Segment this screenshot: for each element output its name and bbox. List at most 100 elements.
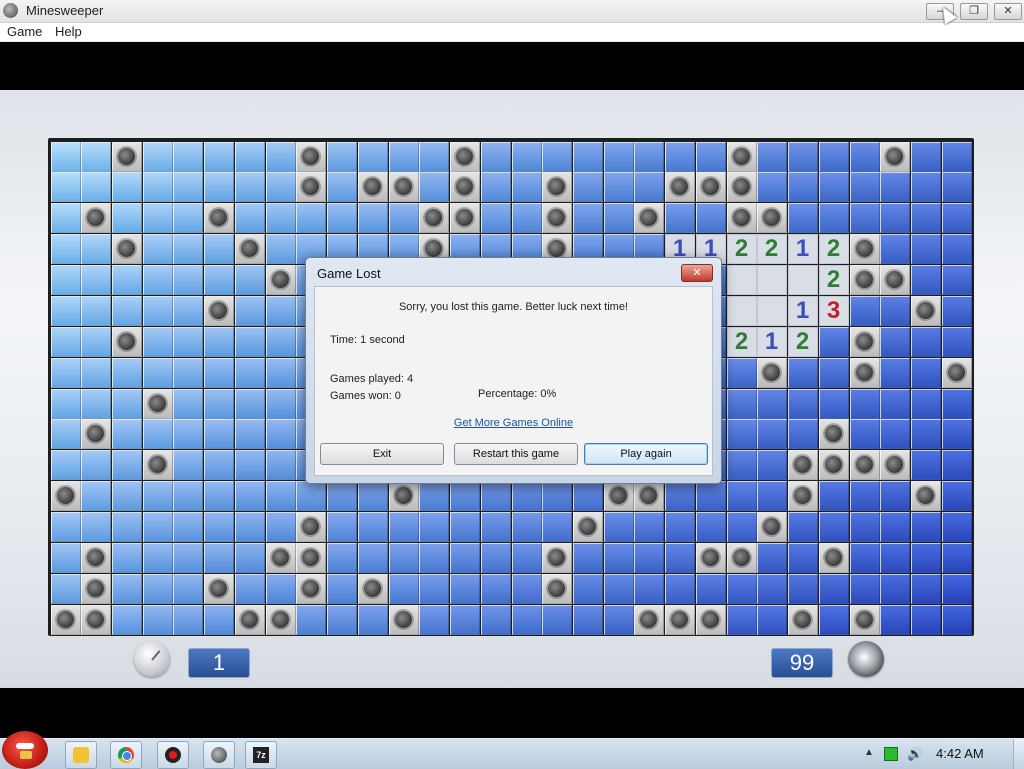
covered-cell[interactable]: [573, 481, 603, 511]
covered-cell[interactable]: [634, 172, 664, 202]
covered-cell[interactable]: [757, 481, 787, 511]
covered-cell[interactable]: [850, 203, 880, 233]
mine-cell[interactable]: [788, 450, 818, 480]
covered-cell[interactable]: [419, 574, 449, 604]
covered-cell[interactable]: [880, 296, 910, 326]
number-cell[interactable]: 2: [727, 327, 757, 357]
covered-cell[interactable]: [204, 389, 234, 419]
covered-cell[interactable]: [266, 481, 296, 511]
mine-cell[interactable]: [51, 605, 81, 635]
covered-cell[interactable]: [880, 172, 910, 202]
covered-cell[interactable]: [266, 358, 296, 388]
covered-cell[interactable]: [911, 203, 941, 233]
covered-cell[interactable]: [942, 203, 972, 233]
covered-cell[interactable]: [112, 203, 142, 233]
mine-cell[interactable]: [542, 203, 572, 233]
covered-cell[interactable]: [266, 512, 296, 542]
covered-cell[interactable]: [911, 327, 941, 357]
covered-cell[interactable]: [327, 543, 357, 573]
covered-cell[interactable]: [235, 358, 265, 388]
covered-cell[interactable]: [819, 605, 849, 635]
mine-cell[interactable]: [696, 172, 726, 202]
covered-cell[interactable]: [81, 172, 111, 202]
open-cell[interactable]: [788, 265, 818, 295]
covered-cell[interactable]: [173, 389, 203, 419]
more-games-link[interactable]: Get More Games Online: [315, 417, 712, 429]
covered-cell[interactable]: [143, 512, 173, 542]
covered-cell[interactable]: [911, 265, 941, 295]
covered-cell[interactable]: [51, 265, 81, 295]
covered-cell[interactable]: [204, 265, 234, 295]
covered-cell[interactable]: [819, 203, 849, 233]
mine-cell[interactable]: [757, 203, 787, 233]
covered-cell[interactable]: [727, 574, 757, 604]
covered-cell[interactable]: [235, 296, 265, 326]
covered-cell[interactable]: [850, 512, 880, 542]
mine-cell[interactable]: [542, 172, 572, 202]
covered-cell[interactable]: [51, 234, 81, 264]
mine-cell[interactable]: [573, 512, 603, 542]
covered-cell[interactable]: [604, 142, 634, 172]
covered-cell[interactable]: [51, 358, 81, 388]
mine-cell[interactable]: [296, 543, 326, 573]
covered-cell[interactable]: [512, 142, 542, 172]
covered-cell[interactable]: [81, 265, 111, 295]
covered-cell[interactable]: [696, 574, 726, 604]
covered-cell[interactable]: [634, 574, 664, 604]
covered-cell[interactable]: [143, 543, 173, 573]
mine-cell[interactable]: [235, 234, 265, 264]
covered-cell[interactable]: [542, 512, 572, 542]
covered-cell[interactable]: [880, 543, 910, 573]
covered-cell[interactable]: [880, 419, 910, 449]
covered-cell[interactable]: [942, 543, 972, 573]
covered-cell[interactable]: [81, 142, 111, 172]
covered-cell[interactable]: [512, 203, 542, 233]
covered-cell[interactable]: [235, 574, 265, 604]
covered-cell[interactable]: [911, 358, 941, 388]
covered-cell[interactable]: [481, 512, 511, 542]
covered-cell[interactable]: [81, 234, 111, 264]
covered-cell[interactable]: [173, 265, 203, 295]
covered-cell[interactable]: [51, 172, 81, 202]
covered-cell[interactable]: [727, 419, 757, 449]
covered-cell[interactable]: [112, 512, 142, 542]
covered-cell[interactable]: [880, 358, 910, 388]
covered-cell[interactable]: [296, 481, 326, 511]
mine-cell[interactable]: [81, 203, 111, 233]
covered-cell[interactable]: [942, 450, 972, 480]
covered-cell[interactable]: [696, 142, 726, 172]
covered-cell[interactable]: [788, 512, 818, 542]
covered-cell[interactable]: [81, 327, 111, 357]
covered-cell[interactable]: [81, 358, 111, 388]
covered-cell[interactable]: [481, 172, 511, 202]
covered-cell[interactable]: [573, 172, 603, 202]
covered-cell[interactable]: [665, 574, 695, 604]
covered-cell[interactable]: [542, 605, 572, 635]
menu-game[interactable]: Game: [7, 24, 42, 39]
covered-cell[interactable]: [112, 296, 142, 326]
mine-cell[interactable]: [296, 512, 326, 542]
taskbar-7zip-button[interactable]: 7z: [245, 741, 277, 769]
mine-cell[interactable]: [850, 327, 880, 357]
covered-cell[interactable]: [727, 481, 757, 511]
mine-cell[interactable]: [542, 574, 572, 604]
show-desktop-button[interactable]: [1013, 739, 1024, 769]
menu-help[interactable]: Help: [55, 24, 82, 39]
covered-cell[interactable]: [757, 450, 787, 480]
covered-cell[interactable]: [911, 574, 941, 604]
covered-cell[interactable]: [419, 481, 449, 511]
covered-cell[interactable]: [419, 172, 449, 202]
covered-cell[interactable]: [850, 296, 880, 326]
covered-cell[interactable]: [727, 450, 757, 480]
start-button-icon[interactable]: [2, 731, 48, 769]
covered-cell[interactable]: [143, 419, 173, 449]
covered-cell[interactable]: [665, 481, 695, 511]
mine-cell[interactable]: [51, 481, 81, 511]
covered-cell[interactable]: [173, 296, 203, 326]
covered-cell[interactable]: [235, 419, 265, 449]
covered-cell[interactable]: [696, 512, 726, 542]
number-cell[interactable]: 2: [788, 327, 818, 357]
mine-cell[interactable]: [204, 296, 234, 326]
mine-cell[interactable]: [419, 203, 449, 233]
covered-cell[interactable]: [788, 203, 818, 233]
